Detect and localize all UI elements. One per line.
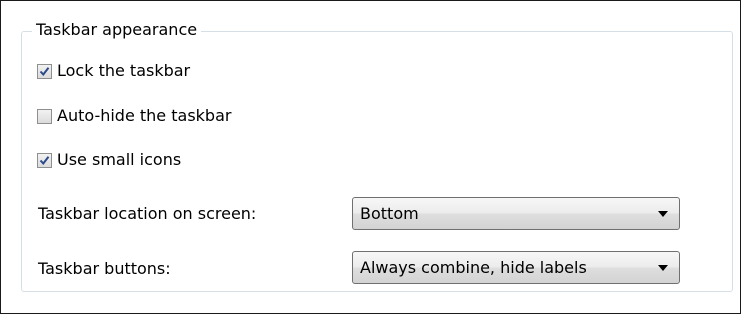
chevron-down-icon[interactable]	[658, 265, 668, 271]
use-small-icons-checkbox[interactable]: Use small icons	[37, 149, 181, 171]
lock-taskbar-checkbox[interactable]: Lock the taskbar	[37, 60, 190, 82]
checkbox-box[interactable]	[37, 152, 52, 168]
group-title: Taskbar appearance	[32, 19, 202, 41]
taskbar-location-dropdown[interactable]: Bottom	[352, 197, 680, 230]
taskbar-buttons-dropdown[interactable]: Always combine, hide labels	[352, 251, 680, 284]
checkmark-icon	[39, 155, 50, 165]
chevron-down-icon[interactable]	[658, 211, 668, 217]
auto-hide-taskbar-label: Auto-hide the taskbar	[57, 106, 232, 125]
checkmark-icon	[39, 66, 50, 76]
taskbar-location-label: Taskbar location on screen:	[38, 204, 257, 223]
use-small-icons-label: Use small icons	[57, 150, 182, 169]
taskbar-location-value: Bottom	[360, 204, 419, 223]
checkbox-box[interactable]	[37, 63, 52, 79]
checkbox-box[interactable]	[37, 108, 52, 124]
taskbar-buttons-label: Taskbar buttons:	[38, 259, 171, 278]
auto-hide-taskbar-checkbox[interactable]: Auto-hide the taskbar	[37, 105, 231, 127]
taskbar-buttons-value: Always combine, hide labels	[360, 258, 587, 277]
lock-taskbar-label: Lock the taskbar	[57, 61, 191, 80]
